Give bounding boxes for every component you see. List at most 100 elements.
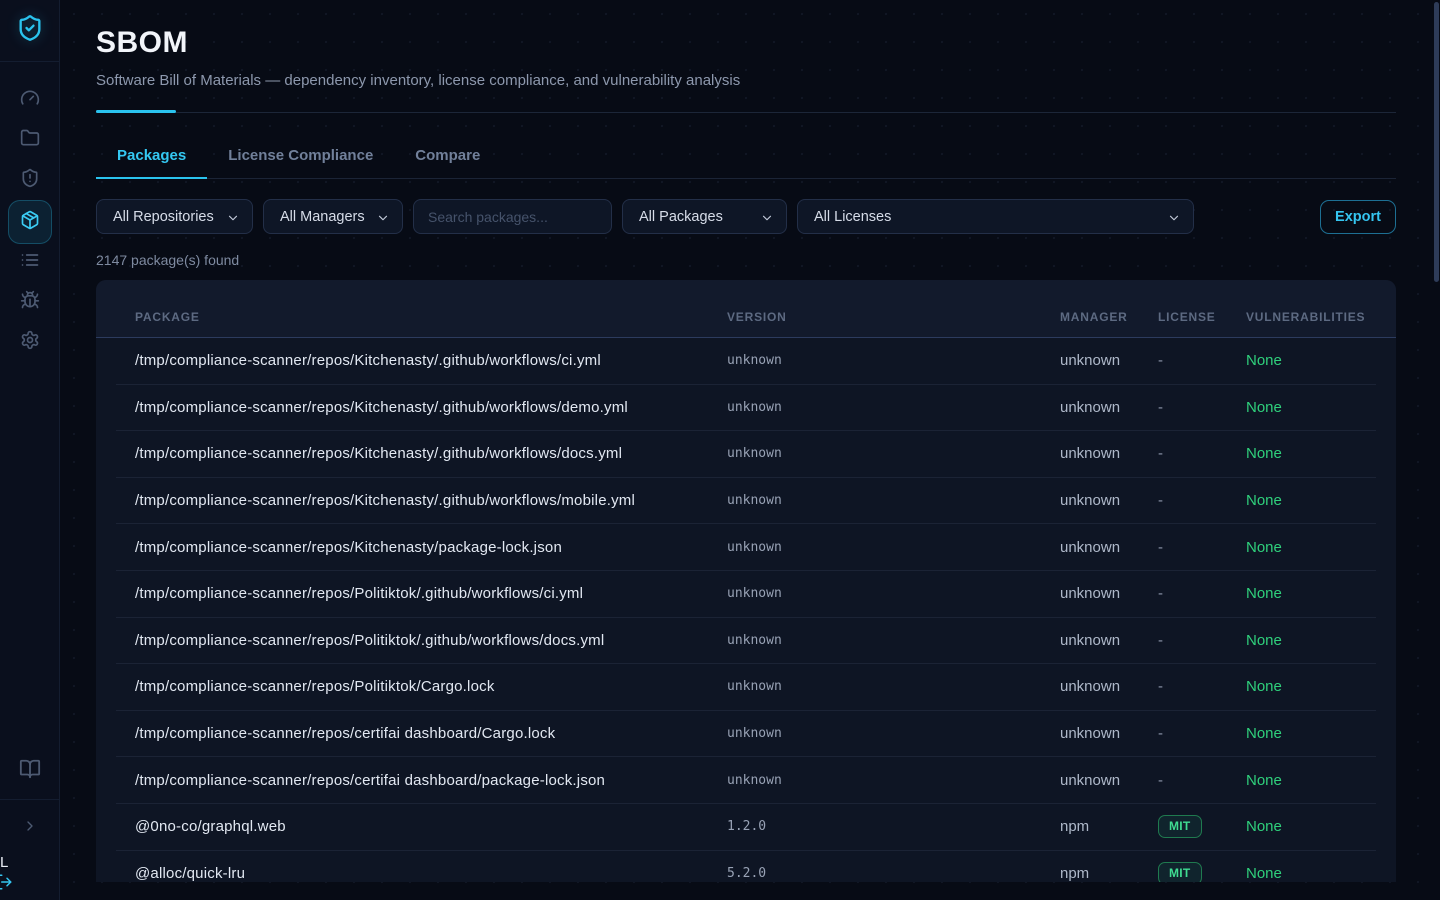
manager-cell: unknown (1060, 399, 1158, 416)
vulnerabilities-cell: None (1246, 585, 1376, 602)
column-header-manager: MANAGER (1060, 310, 1158, 324)
sidebar: L (0, 0, 60, 900)
table-row: @0no-co/graphql.web1.2.0npmMITNone (116, 804, 1376, 851)
list-icon (20, 250, 40, 275)
manager-cell: unknown (1060, 445, 1158, 462)
chevron-down-icon (1167, 209, 1181, 225)
export-button[interactable]: Export (1320, 200, 1396, 234)
table-row: /tmp/compliance-scanner/repos/Kitchenast… (116, 338, 1376, 385)
sidebar-divider (0, 799, 59, 800)
table-row: /tmp/compliance-scanner/repos/certifai d… (116, 711, 1376, 758)
manager-cell: unknown (1060, 725, 1158, 742)
manager-cell: unknown (1060, 352, 1158, 369)
package-icon (20, 210, 40, 235)
tab-bar: Packages License Compliance Compare (96, 137, 1396, 179)
footer-label: L (0, 855, 13, 870)
tab-packages[interactable]: Packages (96, 137, 207, 179)
license-cell: MIT (1158, 815, 1246, 838)
sidebar-item-repositories[interactable] (8, 120, 52, 160)
sidebar-item-list[interactable] (8, 242, 52, 282)
version-cell: 5.2.0 (727, 866, 1060, 881)
app-logo[interactable] (0, 0, 59, 62)
manager-cell: unknown (1060, 632, 1158, 649)
sidebar-item-vulnerabilities[interactable] (8, 282, 52, 322)
repositories-select[interactable]: All Repositories (96, 199, 253, 234)
column-header-version: VERSION (727, 310, 1060, 324)
title-accent-bar (96, 110, 176, 113)
package-cell: /tmp/compliance-scanner/repos/Politiktok… (135, 585, 727, 602)
manager-cell: unknown (1060, 678, 1158, 695)
manager-cell: unknown (1060, 772, 1158, 789)
manager-cell: npm (1060, 865, 1158, 882)
sidebar-item-settings[interactable] (8, 322, 52, 362)
chevron-right-icon (22, 818, 38, 839)
table-row: /tmp/compliance-scanner/repos/certifai d… (116, 757, 1376, 804)
version-cell: unknown (727, 586, 1060, 601)
vertical-scrollbar-thumb[interactable] (1434, 2, 1439, 282)
managers-select[interactable]: All Managers (263, 199, 403, 234)
licenses-select[interactable]: All Licenses (797, 199, 1194, 234)
sidebar-footer-clip: L (0, 855, 13, 896)
version-cell: unknown (727, 540, 1060, 555)
vulnerabilities-cell: None (1246, 818, 1376, 835)
version-cell: unknown (727, 633, 1060, 648)
version-cell: unknown (727, 400, 1060, 415)
package-cell: /tmp/compliance-scanner/repos/Kitchenast… (135, 445, 727, 462)
package-cell: /tmp/compliance-scanner/repos/Politiktok… (135, 678, 727, 695)
license-cell: - (1158, 725, 1246, 742)
logout-icon[interactable] (0, 873, 13, 896)
chevron-down-icon (226, 209, 240, 225)
license-cell: - (1158, 772, 1246, 789)
table-header: PACKAGE VERSION MANAGER LICENSE VULNERAB… (96, 280, 1396, 338)
version-cell: unknown (727, 493, 1060, 508)
vulnerabilities-cell: None (1246, 539, 1376, 556)
repositories-select-value: All Repositories (113, 209, 214, 225)
search-input[interactable] (413, 199, 612, 234)
package-cell: /tmp/compliance-scanner/repos/certifai d… (135, 772, 727, 789)
gauge-icon (20, 88, 40, 113)
sidebar-item-security[interactable] (8, 160, 52, 200)
vulnerabilities-cell: None (1246, 445, 1376, 462)
version-cell: unknown (727, 726, 1060, 741)
license-cell: - (1158, 585, 1246, 602)
tab-compare[interactable]: Compare (394, 137, 501, 179)
column-header-license: LICENSE (1158, 310, 1246, 324)
main-content: SBOM Software Bill of Materials — depend… (60, 0, 1440, 900)
sidebar-collapse-button[interactable] (8, 808, 52, 848)
page-title: SBOM (96, 26, 1396, 60)
version-cell: unknown (727, 353, 1060, 368)
chevron-down-icon (376, 209, 390, 225)
table-row: /tmp/compliance-scanner/repos/Kitchenast… (116, 524, 1376, 571)
sidebar-item-sbom[interactable] (8, 200, 52, 244)
gear-icon (20, 330, 40, 355)
table-row: /tmp/compliance-scanner/repos/Politiktok… (116, 618, 1376, 665)
column-header-vulnerabilities: VULNERABILITIES (1246, 310, 1365, 324)
vulnerabilities-cell: None (1246, 492, 1376, 509)
package-cell: /tmp/compliance-scanner/repos/certifai d… (135, 725, 727, 742)
bug-icon (20, 290, 40, 315)
version-cell: 1.2.0 (727, 819, 1060, 834)
manager-cell: unknown (1060, 585, 1158, 602)
table-body: /tmp/compliance-scanner/repos/Kitchenast… (96, 338, 1396, 882)
package-cell: /tmp/compliance-scanner/repos/Politiktok… (135, 632, 727, 649)
sidebar-item-docs[interactable] (8, 751, 52, 791)
table-row: /tmp/compliance-scanner/repos/Kitchenast… (116, 385, 1376, 432)
package-cell: /tmp/compliance-scanner/repos/Kitchenast… (135, 539, 727, 556)
packages-select[interactable]: All Packages (622, 199, 787, 234)
tab-license-compliance[interactable]: License Compliance (207, 137, 394, 179)
shield-check-icon (16, 14, 44, 47)
packages-table: PACKAGE VERSION MANAGER LICENSE VULNERAB… (96, 280, 1396, 882)
license-cell: - (1158, 445, 1246, 462)
shield-alert-icon (20, 168, 40, 193)
sidebar-item-dashboard[interactable] (8, 80, 52, 120)
license-cell: MIT (1158, 862, 1246, 882)
page-subtitle: Software Bill of Materials — dependency … (96, 72, 1396, 89)
package-cell: @alloc/quick-lru (135, 865, 727, 882)
license-badge: MIT (1158, 815, 1202, 838)
license-cell: - (1158, 539, 1246, 556)
vulnerabilities-cell: None (1246, 865, 1376, 882)
license-cell: - (1158, 352, 1246, 369)
table-row: @alloc/quick-lru5.2.0npmMITNone (116, 851, 1376, 882)
folder-icon (20, 128, 40, 153)
vulnerabilities-cell: None (1246, 725, 1376, 742)
